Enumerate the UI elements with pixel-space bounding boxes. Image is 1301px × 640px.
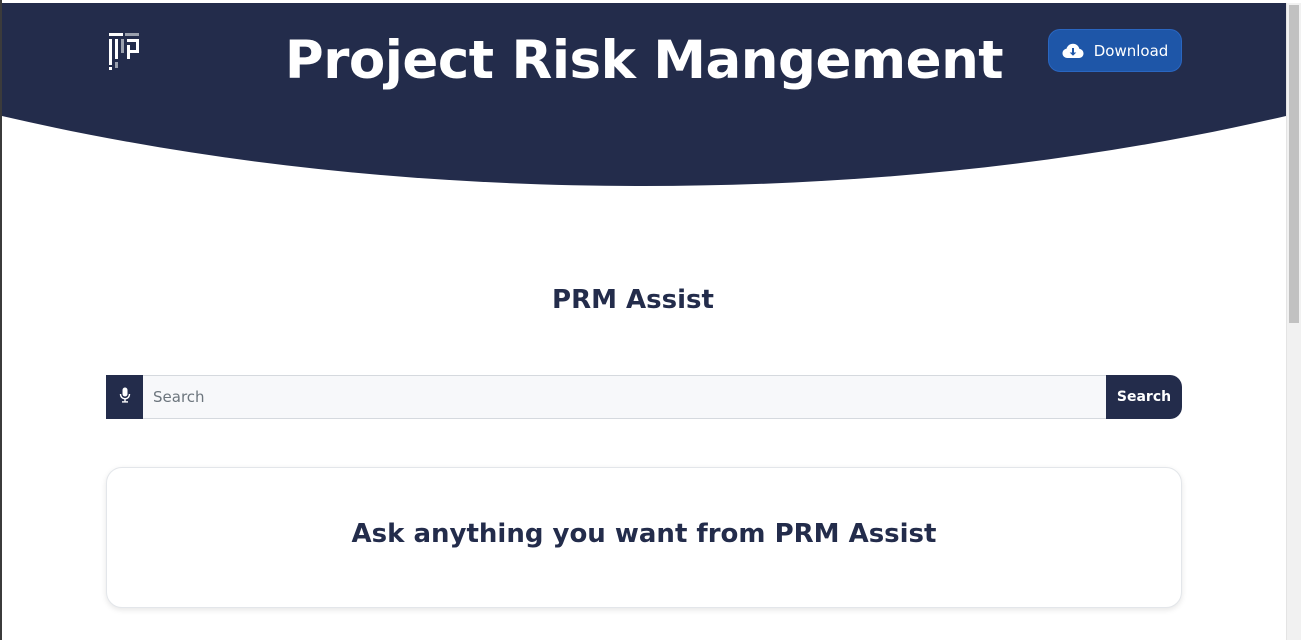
search-button[interactable]: Search bbox=[1106, 375, 1182, 419]
prompt-text: Ask anything you want from PRM Assist bbox=[351, 519, 937, 549]
download-button[interactable]: Download bbox=[1048, 29, 1182, 72]
voice-search-button[interactable] bbox=[106, 375, 143, 419]
microphone-icon bbox=[119, 387, 131, 407]
vertical-scrollbar[interactable] bbox=[1286, 3, 1301, 640]
download-button-label: Download bbox=[1093, 41, 1169, 60]
page: Project Risk Mangement Download PRM Assi… bbox=[0, 0, 1301, 640]
assist-title: PRM Assist bbox=[552, 285, 714, 315]
search-bar: Search bbox=[106, 375, 1182, 419]
scrollbar-thumb[interactable] bbox=[1289, 5, 1299, 323]
cloud-download-icon bbox=[1062, 43, 1084, 59]
search-input[interactable] bbox=[143, 375, 1106, 419]
prompt-card: Ask anything you want from PRM Assist bbox=[106, 467, 1182, 608]
